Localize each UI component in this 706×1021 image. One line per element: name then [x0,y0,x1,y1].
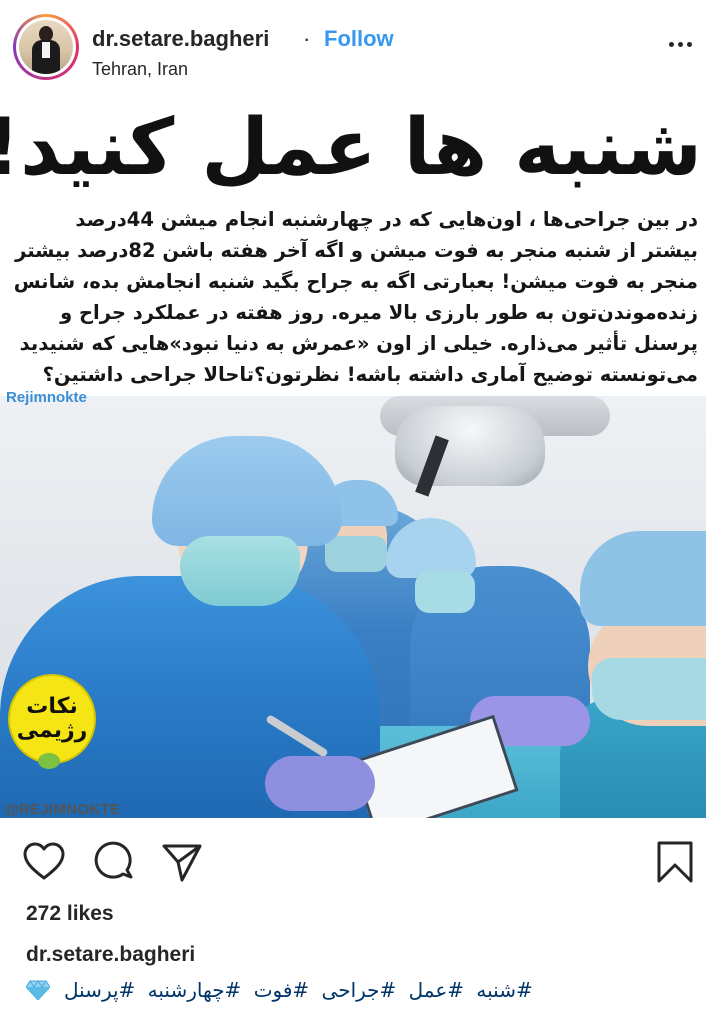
hashtag-link[interactable]: #پرسنل [64,978,135,1002]
hashtag-link[interactable]: #چهارشنبه [148,978,242,1002]
paragraph-line: می‌تونسته توضیح آماری داشته باشه! نظرتون… [42,363,698,386]
follow-button[interactable]: Follow [324,26,394,52]
avatar-story-ring[interactable] [13,14,79,80]
comment-icon[interactable] [93,840,137,884]
watermark-handle: @REJIMNOKTE [4,801,121,818]
paragraph-line: در بین جراحی‌ها ، اون‌هایی که در چهارشنب… [75,208,698,231]
hashtag-link[interactable]: #شنبه [476,978,532,1002]
separator-dot: · [303,26,311,51]
rejimnokte-logo: نکات رژیمی [8,674,96,764]
caption-username[interactable]: dr.setare.bagheri [26,943,195,967]
post-header: dr.setare.bagheri · Follow Tehran, Iran [0,0,706,96]
bookmark-icon[interactable] [653,840,697,884]
caption: #شنبه #عمل #جراحی #فوت #چهارشنبه #پرسنل [26,975,706,1005]
hashtag-link[interactable]: #جراحی [322,978,397,1002]
paragraph-line: منجر به فوت میشن! بعبارتی اگه به جراح بگ… [13,270,698,293]
heart-icon[interactable] [22,840,66,884]
hashtag-link[interactable]: #فوت [254,978,309,1002]
hashtag-list: #شنبه #عمل #جراحی #فوت #چهارشنبه #پرسنل [58,978,533,1002]
post-location[interactable]: Tehran, Iran [92,59,188,80]
post-username[interactable]: dr.setare.bagheri [92,26,269,52]
post-actions [0,818,706,902]
likes-count[interactable]: 272 likes [26,902,114,926]
share-icon[interactable] [160,840,204,884]
paragraph-line: زنده‌موندن‌تون به طور بارزی بالا میره. ر… [60,301,698,324]
post-image[interactable]: شنبه ها عمل کنید! در بین جراحی‌ها ، اون‌… [0,96,706,818]
image-headline: شنبه ها عمل کنید! [0,103,703,193]
paragraph-line: پرسنل تأثیر می‌ذاره. خیلی از اون «عمرش ب… [19,332,698,355]
more-options-icon[interactable] [662,30,698,58]
paragraph-line: بیشتر از شنبه منجر به فوت میشن و اگه آخر… [15,239,698,262]
surgery-photo: نکات رژیمی @REJIMNOKTE [0,396,706,818]
image-paragraph: در بین جراحی‌ها ، اون‌هایی که در چهارشنب… [8,204,698,390]
apple-icon [38,753,60,769]
avatar[interactable] [19,20,73,74]
surgical-lamp [395,406,545,486]
watermark-brand: Rejimnokte [6,389,87,406]
gem-icon [26,980,50,1000]
hashtag-link[interactable]: #عمل [409,978,464,1002]
